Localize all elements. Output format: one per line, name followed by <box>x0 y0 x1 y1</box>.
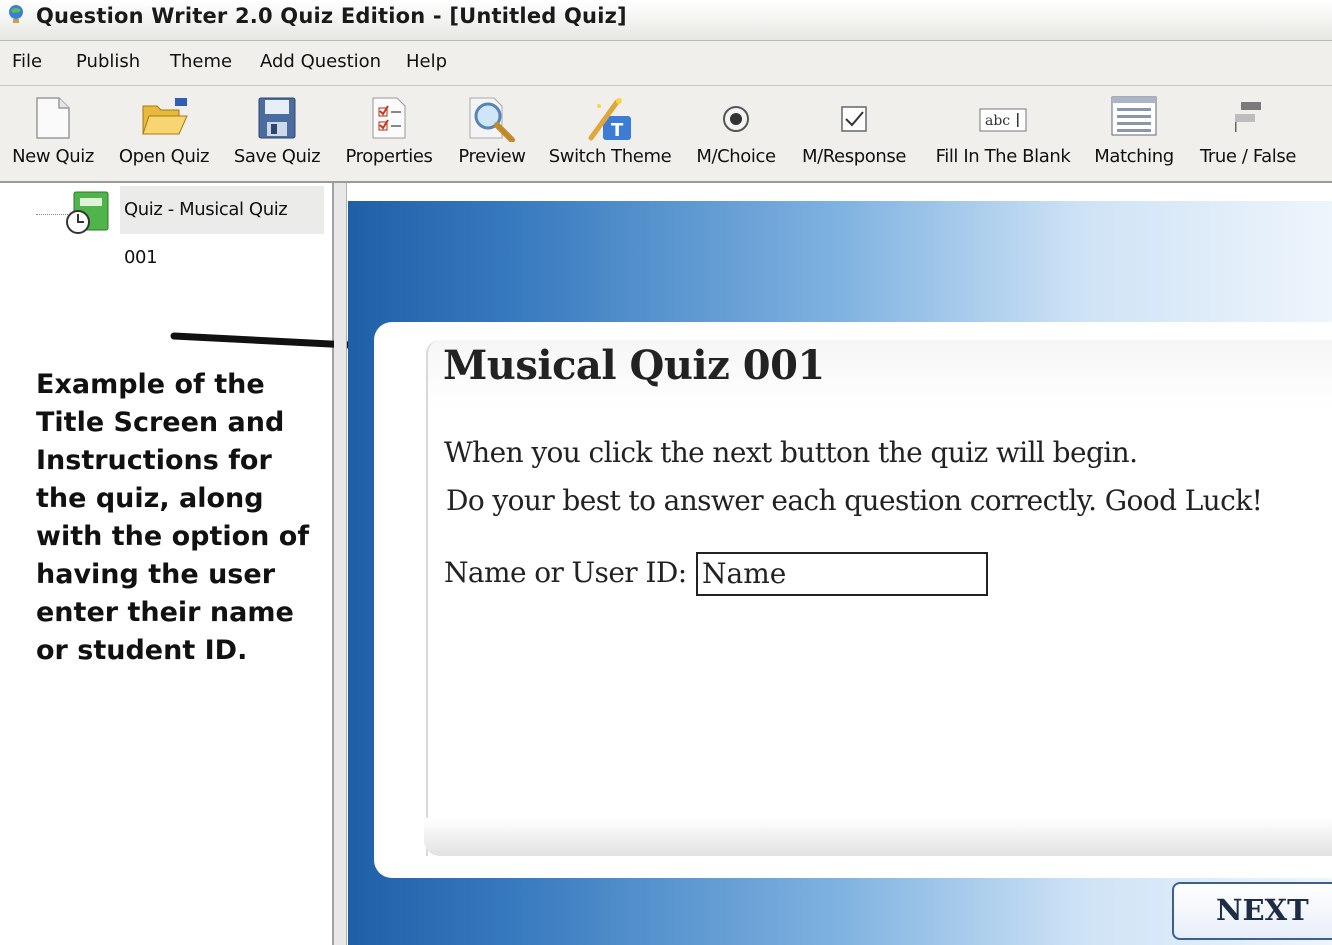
tree-item-quiz[interactable]: Quiz - Musical Quiz 001 <box>120 186 324 268</box>
flag-icon <box>1235 102 1261 132</box>
svg-text:abc: abc <box>985 113 1010 129</box>
window-title: Question Writer 2.0 Quiz Edition - [Unti… <box>36 4 627 28</box>
radio-button-icon <box>723 106 749 132</box>
quiz-instruction-2: Do your best to answer each question cor… <box>446 484 1263 517</box>
quiz-instruction-1: When you click the next button the quiz … <box>444 436 1138 469</box>
m-response-button[interactable]: M/Response <box>796 86 912 181</box>
menu-theme[interactable]: Theme <box>170 51 232 72</box>
quiz-title: Musical Quiz 001 <box>443 342 825 389</box>
title-screen-footer <box>424 818 1332 856</box>
floppy-disk-icon <box>258 97 296 139</box>
m-choice-button[interactable]: M/Choice <box>692 86 780 181</box>
preview-top-strip <box>348 183 1332 201</box>
magnifier-icon <box>469 97 515 142</box>
switch-theme-button[interactable]: T Switch Theme <box>548 86 672 181</box>
menu-file[interactable]: File <box>12 51 42 72</box>
open-folder-icon <box>142 98 188 135</box>
magic-wand-icon: T <box>588 98 631 141</box>
save-quiz-button[interactable]: Save Quiz <box>228 86 326 181</box>
title-bar[interactable]: Question Writer 2.0 Quiz Edition - [Unti… <box>0 0 1332 41</box>
new-quiz-button[interactable]: New Quiz <box>4 86 102 181</box>
preview-button[interactable]: Preview <box>450 86 534 181</box>
next-button[interactable]: NEXT <box>1172 882 1332 940</box>
bulb-globe-icon <box>9 5 23 23</box>
properties-button[interactable]: Properties <box>340 86 438 181</box>
list-icon <box>1111 96 1157 136</box>
annotation-text: Example of the Title Screen and Instruct… <box>36 369 310 666</box>
svg-text:T: T <box>611 120 624 141</box>
name-input[interactable]: Name <box>696 552 988 596</box>
text-field-icon: abc <box>979 108 1027 132</box>
pane-splitter[interactable] <box>334 183 347 945</box>
fill-in-the-blank-button[interactable]: abc Fill In The Blank <box>930 86 1076 181</box>
title-screen-panel <box>426 340 1332 856</box>
true-false-button[interactable]: True / False <box>1192 86 1304 181</box>
menu-add-question[interactable]: Add Question <box>260 51 381 72</box>
quiz-timer-icon <box>66 191 109 234</box>
open-quiz-button[interactable]: Open Quiz <box>112 86 216 181</box>
matching-button[interactable]: Matching <box>1090 86 1178 181</box>
toolbar: New Quiz Open Quiz Save Quiz Properties <box>0 86 1332 183</box>
name-label: Name or User ID: <box>444 556 687 589</box>
checkbox-icon <box>841 106 867 132</box>
menu-bar: File Publish Theme Add Question Help <box>0 41 1332 86</box>
menu-publish[interactable]: Publish <box>76 51 140 72</box>
menu-help[interactable]: Help <box>406 51 447 72</box>
checklist-icon <box>372 97 406 139</box>
new-document-icon <box>36 97 70 139</box>
